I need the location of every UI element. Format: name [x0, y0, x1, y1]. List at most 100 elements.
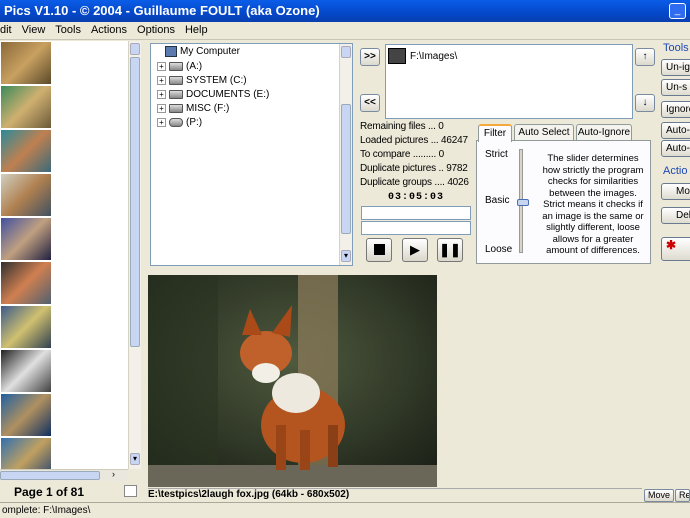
add-folder-button[interactable]: >> — [360, 48, 380, 66]
image-preview — [148, 275, 437, 487]
tree-root-label: My Computer — [180, 46, 241, 57]
pause-icon: ❚❚ — [439, 242, 461, 257]
stat-duplicates: Duplicate pictures .. 9782 — [360, 163, 468, 174]
menu-help[interactable]: Help — [180, 22, 213, 39]
level-basic-label: Basic — [485, 195, 510, 206]
thumbnail-hscrollbar[interactable]: › — [0, 469, 128, 481]
progress-bar-secondary — [361, 221, 471, 235]
stop-button[interactable] — [366, 238, 392, 262]
thumbnail[interactable] — [0, 393, 52, 437]
tree-item[interactable]: + DOCUMENTS (E:) — [157, 89, 269, 100]
tree-item-label: MISC (F:) — [186, 103, 230, 114]
tree-scrollbar[interactable]: ▾ — [339, 44, 352, 265]
tree-item-label: (P:) — [186, 117, 203, 128]
scroll-down-icon[interactable]: ▾ — [341, 250, 351, 262]
path-item-label: F:\Images\ — [410, 50, 458, 62]
un-ignore-button[interactable]: Un-ig — [661, 59, 690, 76]
menu-tools[interactable]: Tools — [50, 22, 86, 39]
tree-item[interactable]: + (P:) — [157, 117, 202, 128]
menu-edit[interactable]: dit — [0, 22, 17, 39]
status-text: omplete: F:\Images\ — [2, 505, 91, 516]
stat-remaining: Remaining files ... 0 — [360, 121, 444, 132]
fox-photo — [148, 275, 437, 487]
menu-bar: dit View Tools Actions Options Help — [0, 22, 690, 40]
scroll-down-icon[interactable]: ▾ — [130, 453, 140, 465]
thumbnail[interactable] — [0, 129, 52, 173]
menu-actions[interactable]: Actions — [86, 22, 132, 39]
floppy-icon — [169, 62, 183, 71]
actions-label: Actio — [663, 165, 688, 177]
thumbnail[interactable] — [0, 437, 52, 469]
tree-item[interactable]: + (A:) — [157, 61, 202, 72]
un-select-button[interactable]: Un-s — [661, 79, 690, 96]
filter-panel: Strict Basic Loose The slider determines… — [476, 140, 651, 264]
pause-button[interactable]: ❚❚ — [437, 238, 463, 262]
scroll-right-icon[interactable]: › — [112, 469, 115, 479]
move-up-button[interactable]: ↑ — [635, 48, 655, 66]
page-bar: Page 1 of 81 — [0, 481, 141, 502]
thumbnail[interactable] — [0, 41, 52, 85]
rename-file-button[interactable]: Ren — [675, 489, 690, 502]
play-icon: ▶ — [410, 242, 420, 257]
thumbnail-area — [52, 41, 128, 469]
cdrom-icon — [169, 118, 183, 127]
tab-filter[interactable]: Filter — [478, 124, 512, 142]
tree-item[interactable]: + SYSTEM (C:) — [157, 75, 247, 86]
menu-view[interactable]: View — [17, 22, 51, 39]
image-caption: E:\testpics\2laugh fox.jpg (64kb - 680x5… — [148, 488, 642, 502]
minimize-button[interactable]: _ — [669, 3, 686, 19]
expand-icon[interactable]: + — [157, 76, 166, 85]
tree-item-label: SYSTEM (C:) — [186, 75, 247, 86]
ignore-button[interactable]: Ignore — [661, 101, 690, 118]
expand-icon[interactable]: + — [157, 118, 166, 127]
stop-icon — [373, 244, 385, 255]
elapsed-timer: 03:05:03 — [388, 192, 445, 203]
thumbnail[interactable] — [0, 173, 52, 217]
tree-root[interactable]: My Computer — [165, 46, 240, 57]
thumbnail-scrollbar[interactable]: ▾ — [128, 41, 141, 469]
thumbnail[interactable] — [0, 217, 52, 261]
expand-icon[interactable]: + — [157, 104, 166, 113]
tab-auto-ignore[interactable]: Auto-Ignore — [576, 124, 632, 141]
computer-icon — [165, 46, 177, 57]
thumbnail[interactable] — [0, 349, 52, 393]
slider-thumb[interactable] — [517, 199, 529, 206]
start-button[interactable]: ▶ — [402, 238, 428, 262]
stat-loaded: Loaded pictures ... 46247 — [360, 135, 468, 146]
path-item[interactable]: F:\Images\ — [388, 48, 457, 64]
move-file-button[interactable]: Move — [644, 489, 675, 502]
execute-button[interactable]: ✱ — [661, 237, 690, 261]
search-path-list: F:\Images\ — [385, 44, 633, 119]
scrollbar-thumb[interactable] — [341, 104, 351, 234]
expand-icon[interactable]: + — [157, 90, 166, 99]
expand-icon[interactable]: + — [157, 62, 166, 71]
menu-options[interactable]: Options — [132, 22, 180, 39]
scroll-up-icon[interactable] — [130, 43, 140, 55]
image-caption-text: E:\testpics\2laugh fox.jpg (64kb - 680x5… — [148, 489, 350, 500]
status-bar: omplete: F:\Images\ — [0, 502, 690, 518]
thumbnail[interactable] — [0, 305, 52, 349]
title-bar: Pics V1.10 - © 2004 - Guillaume FOULT (a… — [0, 0, 690, 22]
stat-to-compare: To compare ......... 0 — [360, 149, 444, 160]
tree-item[interactable]: + MISC (F:) — [157, 103, 229, 114]
auto-button-2[interactable]: Auto- — [661, 140, 690, 157]
page-options-icon[interactable] — [124, 485, 137, 497]
page-indicator: Page 1 of 81 — [14, 485, 85, 499]
hscrollbar-thumb[interactable] — [0, 471, 100, 480]
options-tabs: Filter Auto Select Auto-Ignore Strict Ba… — [476, 124, 651, 264]
thumbnail-list — [0, 41, 52, 469]
scrollbar-thumb[interactable] — [130, 57, 140, 347]
scroll-up-icon[interactable] — [341, 46, 351, 58]
delete-button[interactable]: Del — [661, 207, 690, 224]
tab-auto-select[interactable]: Auto Select — [514, 124, 574, 141]
level-strict-label: Strict — [485, 149, 508, 160]
filter-description: The slider determines how strictly the p… — [542, 153, 644, 256]
move-button[interactable]: Mo — [661, 183, 690, 200]
drive-icon — [169, 90, 183, 99]
auto-button-1[interactable]: Auto- — [661, 122, 690, 139]
move-down-button[interactable]: ↓ — [635, 94, 655, 112]
drive-icon — [169, 104, 183, 113]
thumbnail[interactable] — [0, 85, 52, 129]
thumbnail[interactable] — [0, 261, 52, 305]
remove-folder-button[interactable]: << — [360, 94, 380, 112]
